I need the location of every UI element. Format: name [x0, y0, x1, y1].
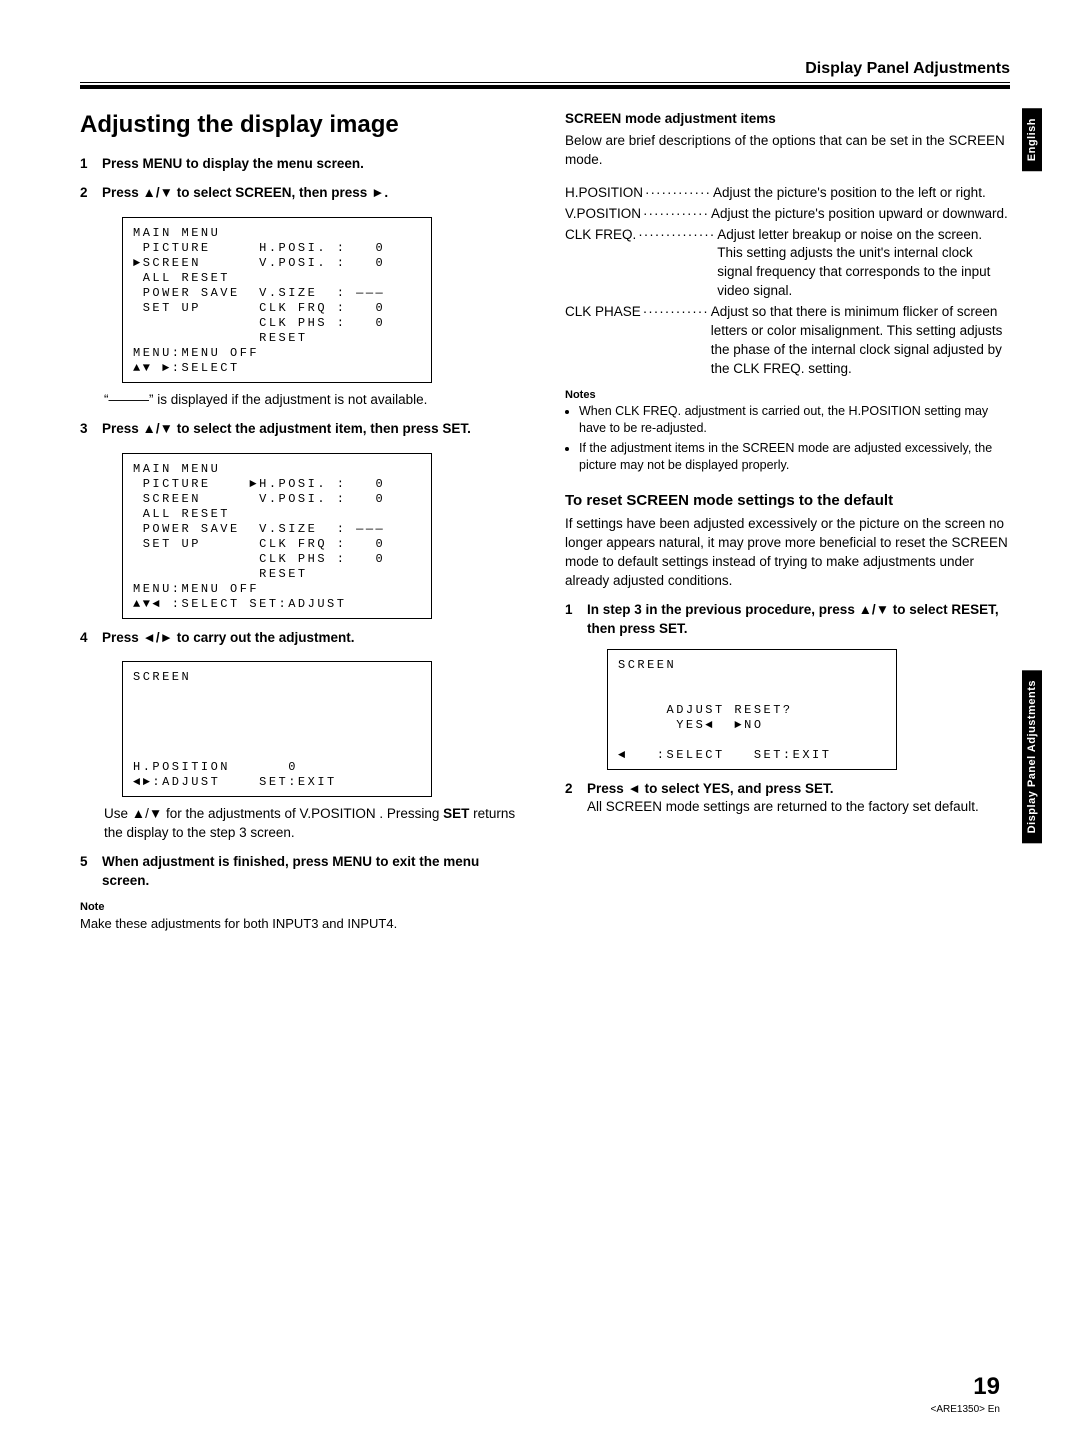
step-number: 4: [80, 629, 92, 648]
left-column: Adjusting the display image 1 Press MENU…: [80, 111, 525, 933]
step-1: 1 Press MENU to display the menu screen.: [80, 155, 525, 174]
notes-heading: Notes: [565, 389, 1010, 401]
header-rule: [80, 85, 1010, 89]
reset-heading: To reset SCREEN mode settings to the def…: [565, 492, 1010, 509]
header-title: Display Panel Adjustments: [80, 60, 1010, 83]
desc-label: CLK FREQ.: [565, 226, 636, 245]
osd-screenshot-3: SCREEN H.POSITION 0 ◄►:ADJUST SET:EXIT: [122, 661, 432, 797]
reset-intro: If settings have been adjusted excessive…: [565, 515, 1010, 591]
desc-row: CLK FREQ. ·············· Adjust letter b…: [565, 226, 1010, 302]
side-tab-section: Display Panel Adjustments: [1022, 670, 1042, 843]
step-number: 1: [565, 601, 577, 639]
osd-screenshot-reset: SCREEN ADJUST RESET? YES◄ ►NO ◄ :SELECT …: [607, 649, 897, 770]
page-title: Adjusting the display image: [80, 111, 525, 139]
desc-text: Adjust the picture's position upward or …: [711, 205, 1010, 224]
desc-text: Adjust letter breakup or noise on the sc…: [717, 226, 1010, 302]
notes-list: When CLK FREQ. adjustment is carried out…: [565, 403, 1010, 475]
note-heading: Note: [80, 901, 525, 913]
step-text: Press ◄ to select YES, and press SET. Al…: [587, 780, 979, 818]
desc-dots: ············: [641, 303, 711, 322]
step-text: Press ◄/► to carry out the adjustment.: [102, 629, 355, 648]
step-number: 5: [80, 853, 92, 891]
step-number: 3: [80, 420, 92, 439]
desc-row: V.POSITION ············ Adjust the pictu…: [565, 205, 1010, 224]
step-text: Press ▲/▼ to select the adjustment item,…: [102, 420, 471, 439]
step-4: 4 Press ◄/► to carry out the adjustment.: [80, 629, 525, 648]
step2-body: All SCREEN mode settings are returned to…: [587, 799, 979, 814]
desc-row: CLK PHASE ············ Adjust so that th…: [565, 303, 1010, 379]
step-text: Press ▲/▼ to select SCREEN, then press ►…: [102, 184, 388, 203]
step-2: 2 Press ▲/▼ to select SCREEN, then press…: [80, 184, 525, 203]
step-number: 2: [565, 780, 577, 818]
desc-text: Adjust the picture's position to the lef…: [713, 184, 1010, 203]
step-text: When adjustment is finished, press MENU …: [102, 853, 525, 891]
screen-items-intro: Below are brief descriptions of the opti…: [565, 132, 1010, 170]
step-3: 3 Press ▲/▼ to select the adjustment ite…: [80, 420, 525, 439]
note-item: When CLK FREQ. adjustment is carried out…: [579, 403, 1010, 437]
page-number: 19: [973, 1373, 1000, 1401]
step2-bold: Press ◄ to select YES, and press SET.: [587, 781, 833, 796]
note-not-available: “———” is displayed if the adjustment is …: [104, 391, 525, 410]
desc-text: Adjust so that there is minimum flicker …: [711, 303, 1010, 379]
desc-label: V.POSITION: [565, 205, 641, 224]
description-table: H.POSITION ············ Adjust the pictu…: [565, 184, 1010, 379]
desc-dots: ············: [641, 205, 711, 224]
step-number: 2: [80, 184, 92, 203]
side-tab-english: English: [1022, 108, 1042, 171]
osd-screenshot-2: MAIN MENU PICTURE ►H.POSI. : 0 SCREEN V.…: [122, 453, 432, 619]
screen-items-heading: SCREEN mode adjustment items: [565, 111, 1010, 126]
desc-label: H.POSITION: [565, 184, 643, 203]
right-column: SCREEN mode adjustment items Below are b…: [565, 111, 1010, 933]
use-note-set: SET: [443, 806, 469, 821]
note-item: If the adjustment items in the SCREEN mo…: [579, 440, 1010, 474]
osd-screenshot-1: MAIN MENU PICTURE H.POSI. : 0 ►SCREEN V.…: [122, 217, 432, 383]
desc-dots: ··············: [636, 226, 717, 245]
desc-row: H.POSITION ············ Adjust the pictu…: [565, 184, 1010, 203]
use-note: Use ▲/▼ for the adjustments of V.POSITIO…: [104, 805, 525, 843]
note-body: Make these adjustments for both INPUT3 a…: [80, 915, 525, 933]
document-code: <ARE1350> En: [931, 1404, 1001, 1415]
use-note-pre: Use ▲/▼ for the adjustments of V.POSITIO…: [104, 806, 443, 821]
reset-step-2: 2 Press ◄ to select YES, and press SET. …: [565, 780, 1010, 818]
step-5: 5 When adjustment is finished, press MEN…: [80, 853, 525, 891]
desc-dots: ············: [643, 184, 713, 203]
desc-label: CLK PHASE: [565, 303, 641, 322]
reset-step-1: 1 In step 3 in the previous procedure, p…: [565, 601, 1010, 639]
step-text: In step 3 in the previous procedure, pre…: [587, 601, 1010, 639]
step-number: 1: [80, 155, 92, 174]
step-text: Press MENU to display the menu screen.: [102, 155, 364, 174]
